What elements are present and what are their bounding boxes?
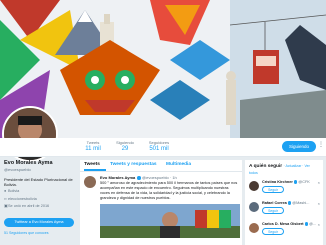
profile-bio: Presidente del Estado Plurinacional de B… bbox=[4, 177, 73, 187]
tweet-header: Evo Morales Ayma @evoespueblo · 1h bbox=[100, 175, 238, 180]
suggestion-avatar[interactable] bbox=[249, 181, 259, 191]
verified-icon bbox=[287, 201, 292, 205]
followers-you-know-link[interactable]: 51 Seguidores que conoces bbox=[4, 230, 78, 236]
timeline-tabs: Tweets Tweets y respuestas Multimedia bbox=[80, 160, 242, 172]
stat-following[interactable]: Siguiendo 29 bbox=[108, 140, 142, 153]
tweet-author-name[interactable]: Evo Morales Ayma bbox=[100, 175, 135, 180]
suggestion-name-row[interactable]: Rafael Correa @Mashi... bbox=[262, 201, 309, 205]
joined-text: Se unió en abril de 2016 bbox=[8, 204, 50, 208]
tweet-photo bbox=[100, 204, 240, 238]
suggestion-handle: @... bbox=[309, 222, 317, 226]
location-text: Bolivia bbox=[8, 189, 20, 193]
suggestion-handle: @CFK bbox=[298, 180, 310, 184]
follow-suggestion-button[interactable]: Seguir bbox=[262, 228, 284, 235]
tweet-author-handle: @evoespueblo · 1h bbox=[142, 175, 177, 180]
suggestion-avatar[interactable] bbox=[249, 202, 259, 212]
stat-tweets[interactable]: Tweets 11 mil bbox=[76, 140, 110, 153]
suggestion-item[interactable]: Rafael Correa @Mashi... Seguir × bbox=[245, 198, 323, 219]
tab-media[interactable]: Multimedia bbox=[166, 162, 191, 167]
verified-icon bbox=[137, 176, 141, 180]
verified-icon bbox=[304, 222, 309, 226]
website-text[interactable]: eleccionesbolivia bbox=[8, 197, 37, 201]
suggestion-item[interactable]: Cristina Kirchner @CFK Seguir × bbox=[245, 177, 323, 198]
suggestion-name-row[interactable]: Cristina Kirchner @CFK bbox=[262, 180, 310, 184]
tweet-avatar[interactable] bbox=[84, 176, 96, 188]
suggestion-name-row[interactable]: Carlos D. Mesa Gisbert @... bbox=[262, 222, 316, 226]
more-options-icon[interactable]: ⋮ bbox=[318, 141, 324, 148]
who-to-follow: A quién seguir · Actualizar · Ver todos … bbox=[245, 160, 323, 245]
tab-tweets[interactable]: Tweets bbox=[84, 162, 100, 167]
dismiss-icon[interactable]: × bbox=[318, 201, 320, 206]
stat-value: 11 mil bbox=[85, 146, 101, 152]
follow-suggestion-button[interactable]: Seguir bbox=[262, 186, 284, 193]
profile-nav: Tweets 11 mil Siguiendo 29 Seguidores 50… bbox=[0, 138, 326, 157]
stat-value: 29 bbox=[121, 146, 129, 152]
tweet-text: 500 ° amoroso de agradecimiento para 500… bbox=[100, 181, 238, 200]
profile-name: Evo Morales Ayma bbox=[4, 160, 53, 166]
verified-icon bbox=[293, 180, 298, 184]
suggestion-item[interactable]: Carlos D. Mesa Gisbert @... Seguir × bbox=[245, 219, 323, 240]
timeline: Tweets Tweets y respuestas Multimedia Ev… bbox=[80, 160, 242, 245]
stat-followers[interactable]: Seguidores 501 mil bbox=[142, 140, 176, 153]
dismiss-icon[interactable]: × bbox=[318, 222, 320, 227]
tweet-media[interactable] bbox=[100, 204, 240, 238]
suggestion-name[interactable]: Cristina Kirchner bbox=[262, 180, 293, 184]
stat-value: 501 mil bbox=[149, 146, 169, 152]
follow-suggestion-button[interactable]: Seguir bbox=[262, 207, 284, 214]
tweet[interactable]: Evo Morales Ayma @evoespueblo · 1h 500 °… bbox=[80, 172, 242, 241]
profile-handle[interactable]: @evoespueblo bbox=[4, 167, 78, 173]
profile-card: Evo Morales Ayma @evoespueblo Presidente… bbox=[4, 160, 78, 236]
suggestion-avatar[interactable] bbox=[249, 223, 259, 233]
tab-tweets-replies[interactable]: Tweets y respuestas bbox=[110, 162, 157, 167]
following-button[interactable]: Siguiendo bbox=[282, 141, 316, 152]
suggestion-name[interactable]: Rafael Correa bbox=[262, 201, 287, 205]
active-tab-indicator bbox=[84, 169, 106, 171]
profile-website[interactable]: ∞eleccionesbolivia bbox=[4, 197, 78, 203]
profile-joined: ▣Se unió en abril de 2016 bbox=[4, 204, 78, 210]
dismiss-icon[interactable]: × bbox=[318, 180, 320, 185]
profile-location: ● Bolivia bbox=[4, 189, 78, 195]
who-to-follow-heading: A quién seguir bbox=[249, 164, 283, 169]
suggestion-name[interactable]: Carlos D. Mesa Gisbert bbox=[262, 222, 304, 226]
suggestion-handle: @Mashi... bbox=[292, 201, 310, 205]
tweet-to-button[interactable]: Twittear a Evo Morales Ayma bbox=[4, 217, 74, 227]
who-to-follow-title: A quién seguir · Actualizar · Ver todos bbox=[245, 160, 323, 177]
